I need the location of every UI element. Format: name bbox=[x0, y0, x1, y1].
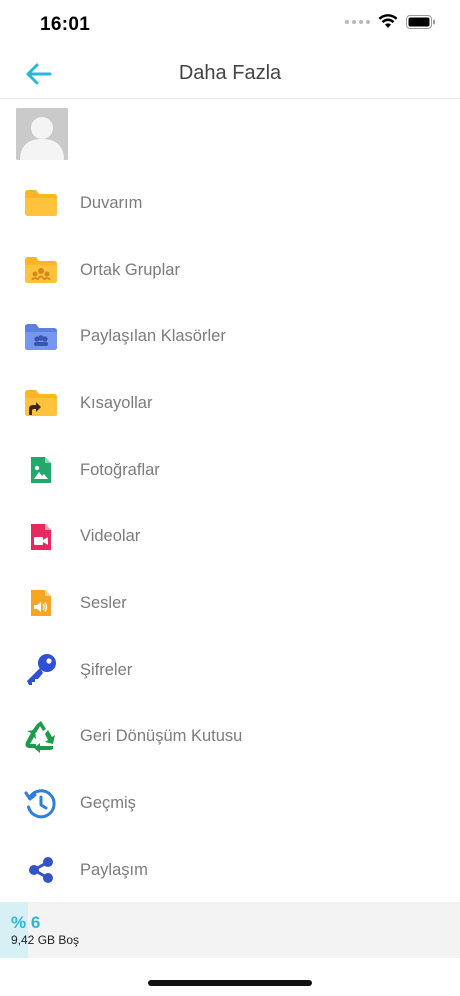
menu-item-label: Paylaşım bbox=[80, 860, 148, 879]
menu-item-gecmis[interactable]: Geçmiş bbox=[0, 770, 460, 837]
storage-percent: % 6 bbox=[11, 913, 41, 932]
share-icon bbox=[22, 851, 60, 889]
recycle-icon bbox=[22, 718, 60, 756]
home-indicator bbox=[148, 980, 312, 986]
shortcut-folder-icon bbox=[22, 384, 60, 422]
history-icon bbox=[22, 785, 60, 823]
menu-item-sesler[interactable]: Sesler bbox=[0, 570, 460, 637]
group-folder-icon bbox=[22, 251, 60, 289]
menu-item-videolar[interactable]: Videolar bbox=[0, 503, 460, 570]
menu-item-label: Geri Dönüşüm Kutusu bbox=[80, 727, 243, 746]
battery-icon bbox=[406, 14, 435, 29]
menu-item-fotograflar[interactable]: Fotoğraflar bbox=[0, 437, 460, 504]
storage-free-space: 9,42 GB Boş bbox=[11, 933, 80, 947]
storage-indicator[interactable]: % 6 bbox=[0, 902, 460, 958]
menu-list: Duvarım Ortak Gruplar Paylaşılan Klasörl… bbox=[0, 170, 460, 904]
page-title: Daha Fazla bbox=[178, 62, 282, 84]
menu-item-label: Videolar bbox=[80, 527, 141, 546]
video-file-icon bbox=[22, 518, 60, 556]
menu-item-duvarim[interactable]: Duvarım bbox=[0, 170, 460, 237]
key-icon bbox=[22, 651, 60, 689]
menu-item-paylasilan-klasorler[interactable]: Paylaşılan Klasörler bbox=[0, 303, 460, 370]
wifi-icon bbox=[378, 14, 398, 28]
signal-icon bbox=[345, 19, 370, 24]
audio-file-icon bbox=[22, 584, 60, 622]
menu-item-kisayollar[interactable]: Kısayollar bbox=[0, 370, 460, 437]
menu-item-geri-donusum-kutusu[interactable]: Geri Dönüşüm Kutusu bbox=[0, 704, 460, 771]
status-time: 16:01 bbox=[40, 14, 91, 35]
avatar[interactable] bbox=[16, 108, 68, 160]
menu-item-label: Kısayollar bbox=[80, 393, 153, 412]
user-avatar-icon bbox=[16, 108, 68, 160]
menu-item-ortak-gruplar[interactable]: Ortak Gruplar bbox=[0, 237, 460, 304]
shared-folder-icon bbox=[22, 318, 60, 356]
menu-item-label: Ortak Gruplar bbox=[80, 260, 180, 279]
status-icons bbox=[345, 14, 436, 29]
menu-item-label: Şifreler bbox=[80, 660, 133, 679]
photo-file-icon bbox=[22, 451, 60, 489]
menu-item-label: Geçmiş bbox=[80, 794, 136, 813]
folder-icon bbox=[22, 184, 60, 222]
menu-item-label: Paylaşılan Klasörler bbox=[80, 327, 226, 346]
menu-item-sifreler[interactable]: Şifreler bbox=[0, 637, 460, 704]
menu-item-label: Sesler bbox=[80, 593, 127, 612]
header: Daha Fazla bbox=[0, 48, 460, 99]
menu-item-paylasim[interactable]: Paylaşım bbox=[0, 837, 460, 904]
menu-item-label: Fotoğraflar bbox=[80, 460, 160, 479]
status-bar: 16:01 bbox=[0, 0, 460, 48]
menu-item-label: Duvarım bbox=[80, 193, 143, 212]
